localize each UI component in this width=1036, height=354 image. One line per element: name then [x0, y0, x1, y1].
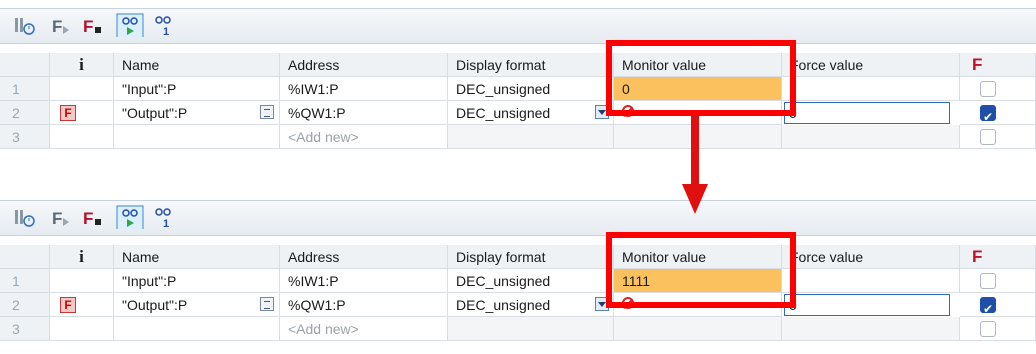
- info-column-header[interactable]: i: [50, 245, 114, 269]
- row-number: 1: [0, 77, 50, 101]
- monitor-single-icon[interactable]: 1: [152, 14, 178, 38]
- name-column-header[interactable]: Name: [114, 53, 280, 77]
- monitor-value-cell: [614, 317, 782, 341]
- row-number: 2: [0, 293, 50, 317]
- monitor-all-icon[interactable]: [12, 14, 38, 38]
- table-row[interactable]: 3 <Add new>: [0, 317, 1036, 341]
- name-cell[interactable]: "Output":P: [114, 293, 280, 317]
- name-cell[interactable]: "Input":P: [114, 77, 280, 101]
- row-number: 3: [0, 125, 50, 149]
- tag-list-icon[interactable]: [260, 297, 274, 311]
- add-new-placeholder[interactable]: <Add new>: [280, 125, 448, 149]
- address-cell[interactable]: %IW1:P: [280, 77, 448, 101]
- force-flag-column-header[interactable]: F: [960, 245, 1036, 269]
- tag-list-icon[interactable]: [260, 105, 274, 119]
- force-value-cell[interactable]: [782, 77, 960, 101]
- force-value-cell: [782, 317, 960, 341]
- force-value-cell[interactable]: [782, 269, 960, 293]
- table-header: i Name Address Display format Monitor va…: [0, 53, 1036, 77]
- row-number: 2: [0, 101, 50, 125]
- info-cell: F: [50, 293, 114, 317]
- address-column-header[interactable]: Address: [280, 245, 448, 269]
- address-column-header[interactable]: Address: [280, 53, 448, 77]
- address-cell[interactable]: %QW1:P: [280, 101, 448, 125]
- name-cell[interactable]: "Input":P: [114, 269, 280, 293]
- monitor-single-icon[interactable]: 1: [152, 206, 178, 230]
- info-cell: [50, 125, 114, 149]
- name-cell[interactable]: [114, 125, 280, 149]
- display-format-cell[interactable]: DEC_unsigned: [448, 293, 614, 317]
- annotation-arrow-shaft: [691, 116, 699, 186]
- table-row[interactable]: 3 <Add new>: [0, 125, 1036, 149]
- force-icon[interactable]: F: [48, 206, 74, 230]
- force-flag-cell: [960, 101, 1036, 125]
- force-active-icon: F: [60, 105, 76, 121]
- force-flag-column-header[interactable]: F: [960, 53, 1036, 77]
- force-table-toolbar: F F 1: [0, 8, 1036, 44]
- address-cell[interactable]: %IW1:P: [280, 269, 448, 293]
- display-format-cell[interactable]: DEC_unsigned: [448, 77, 614, 101]
- force-checkbox[interactable]: [980, 297, 996, 316]
- name-cell[interactable]: [114, 317, 280, 341]
- name-column-header[interactable]: Name: [114, 245, 280, 269]
- svg-text:F: F: [83, 17, 93, 36]
- info-column-header[interactable]: i: [50, 53, 114, 77]
- force-checkbox[interactable]: [980, 321, 996, 337]
- info-cell: F: [50, 101, 114, 125]
- force-value-column-header[interactable]: Force value: [782, 245, 960, 269]
- display-format-cell: [448, 125, 614, 149]
- svg-text:F: F: [83, 209, 93, 228]
- svg-text:1: 1: [163, 26, 169, 38]
- force-value-cell: [782, 125, 960, 149]
- force-checkbox[interactable]: [980, 81, 996, 97]
- monitor-all-icon[interactable]: [12, 206, 38, 230]
- stop-force-icon[interactable]: F: [80, 206, 106, 230]
- display-format-column-header[interactable]: Display format: [448, 53, 614, 77]
- display-format-column-header[interactable]: Display format: [448, 245, 614, 269]
- force-value-input[interactable]: 0: [784, 294, 950, 316]
- address-cell[interactable]: %QW1:P: [280, 293, 448, 317]
- info-cell: [50, 317, 114, 341]
- force-value-input[interactable]: 0: [784, 102, 950, 124]
- annotation-arrow-head: [682, 184, 708, 214]
- info-cell: [50, 77, 114, 101]
- table-row[interactable]: 1 "Input":P %IW1:P DEC_unsigned 1111: [0, 269, 1036, 293]
- info-cell: [50, 269, 114, 293]
- table-row[interactable]: 1 "Input":P %IW1:P DEC_unsigned 0: [0, 77, 1036, 101]
- force-active-icon: F: [60, 297, 76, 313]
- monitor-once-icon[interactable]: [116, 205, 144, 229]
- row-number-header: [0, 245, 50, 269]
- force-value-column-header[interactable]: Force value: [782, 53, 960, 77]
- force-checkbox[interactable]: [980, 129, 996, 145]
- svg-text:1: 1: [163, 218, 169, 230]
- stop-force-icon[interactable]: F: [80, 14, 106, 38]
- force-flag-cell: [960, 317, 1036, 341]
- table-row[interactable]: 2 F "Output":P %QW1:P DEC_unsigned 0: [0, 293, 1036, 317]
- add-new-placeholder[interactable]: <Add new>: [280, 317, 448, 341]
- table-row[interactable]: 2 F "Output":P %QW1:P DEC_unsigned 0: [0, 101, 1036, 125]
- name-cell[interactable]: "Output":P: [114, 101, 280, 125]
- force-checkbox[interactable]: [980, 273, 996, 289]
- row-number: 1: [0, 269, 50, 293]
- row-number: 3: [0, 317, 50, 341]
- force-icon[interactable]: F: [48, 14, 74, 38]
- display-format-cell[interactable]: DEC_unsigned: [448, 269, 614, 293]
- monitor-value-highlight-box: [606, 232, 796, 308]
- table-header: i Name Address Display format Monitor va…: [0, 245, 1036, 269]
- force-checkbox[interactable]: [980, 105, 996, 124]
- force-flag-cell: [960, 77, 1036, 101]
- svg-text:F: F: [52, 209, 62, 228]
- row-number-header: [0, 53, 50, 77]
- force-flag-cell: [960, 293, 1036, 317]
- display-format-cell[interactable]: DEC_unsigned: [448, 101, 614, 125]
- display-format-cell: [448, 317, 614, 341]
- monitor-value-highlight-box: [606, 40, 796, 116]
- svg-text:F: F: [52, 17, 62, 36]
- monitor-once-icon[interactable]: [116, 13, 144, 37]
- force-flag-cell: [960, 125, 1036, 149]
- force-table-toolbar: F F 1: [0, 200, 1036, 236]
- force-flag-cell: [960, 269, 1036, 293]
